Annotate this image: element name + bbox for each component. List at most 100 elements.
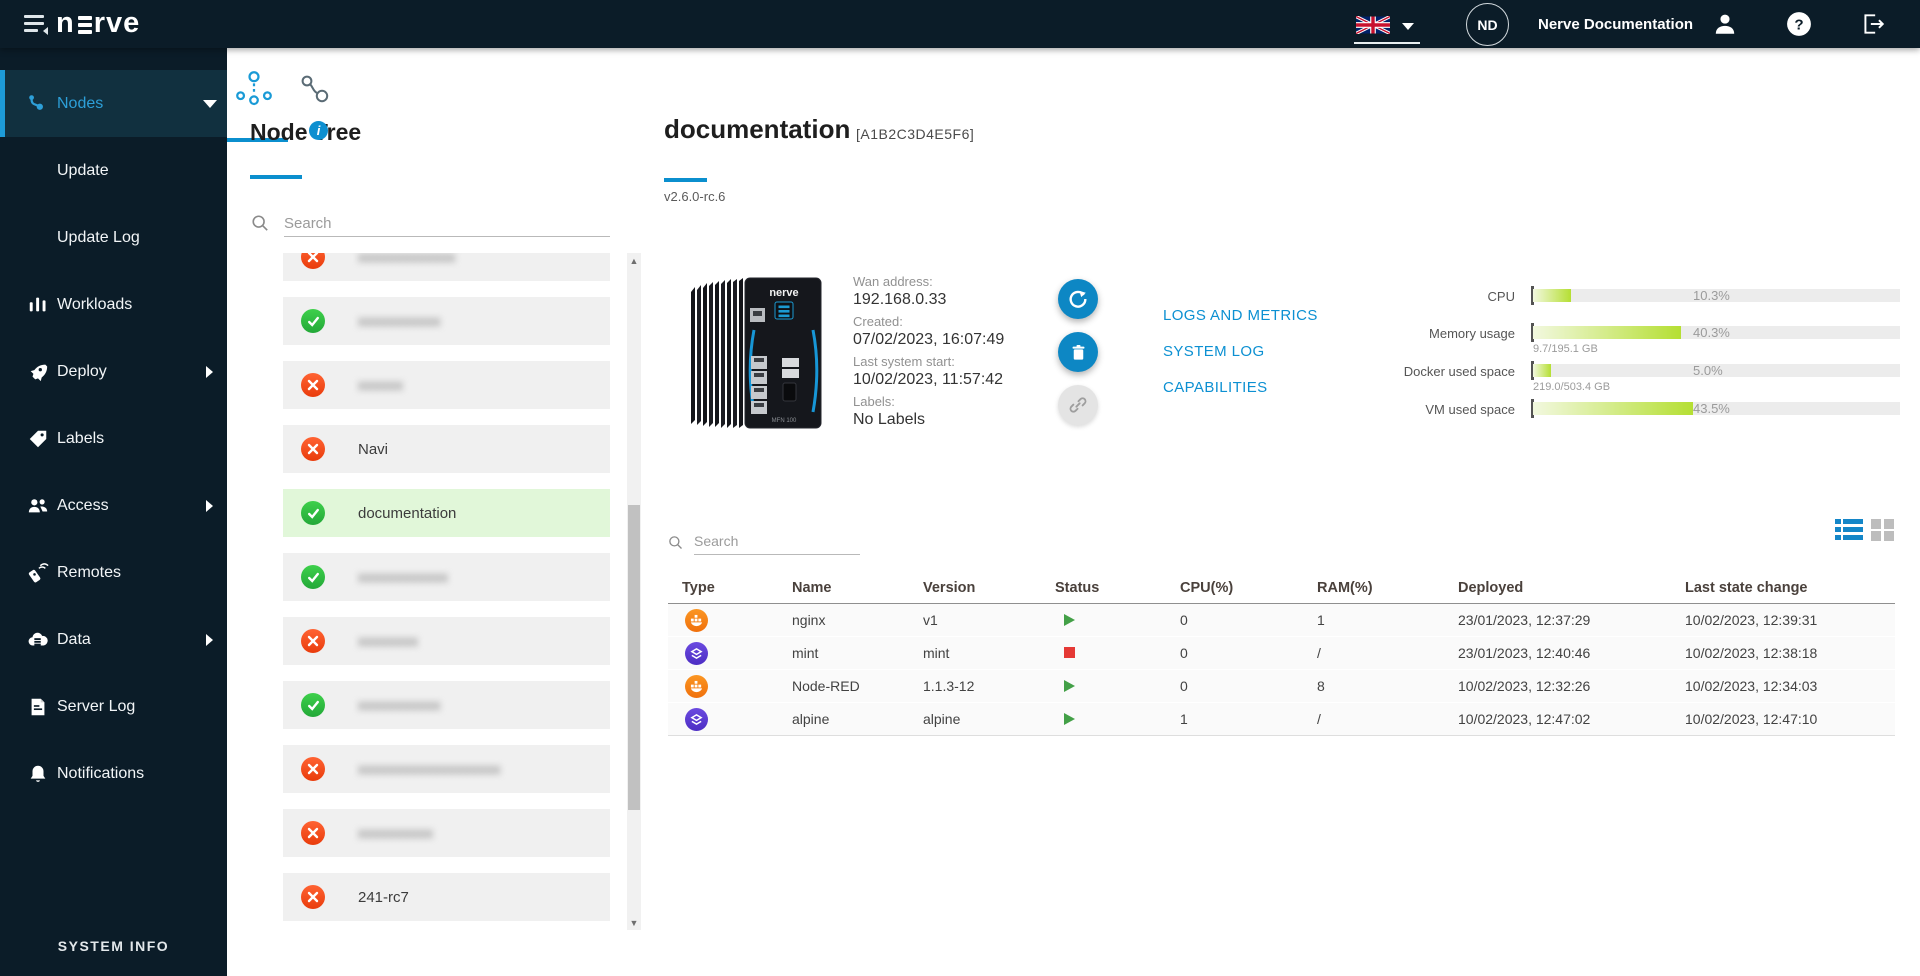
svg-text:nerve: nerve — [769, 287, 798, 299]
workload-row-nginx[interactable]: nginx v1 0 1 23/01/2023, 12:37:29 10/02/… — [668, 604, 1895, 637]
node-list-item-navi[interactable]: Navi — [283, 425, 610, 473]
grid-view-icon[interactable] — [1871, 518, 1895, 542]
workloads-table-header: Type Name Version Status CPU(%) RAM(%) D… — [668, 578, 1895, 604]
sidebar-item-notifications[interactable]: Notifications — [0, 740, 227, 807]
node-tree-icon — [236, 71, 272, 106]
trash-icon — [1072, 344, 1084, 360]
wan-address-value: 192.168.0.33 — [853, 291, 947, 308]
status-stopped-icon — [1064, 647, 1075, 658]
node-list-item[interactable]: xxxxxxxxxxx — [283, 297, 610, 345]
status-running-icon — [1064, 680, 1075, 692]
remotes-icon — [28, 562, 49, 582]
sidebar-item-update[interactable]: Update — [0, 137, 227, 204]
help-icon[interactable]: ? — [1786, 11, 1812, 37]
connect-node-button[interactable] — [1058, 385, 1098, 425]
uk-flag-icon — [1356, 16, 1390, 34]
tab-node-connections[interactable] — [299, 74, 345, 114]
sidebar-item-update-log[interactable]: Update Log — [0, 204, 227, 271]
delete-node-button[interactable] — [1058, 332, 1098, 372]
search-icon — [669, 536, 682, 549]
sidebar-item-data[interactable]: Data — [0, 606, 227, 673]
node-online-icon — [301, 501, 325, 525]
user-avatar[interactable]: ND — [1466, 3, 1509, 46]
list-view-icon[interactable] — [1835, 518, 1863, 542]
vm-used-space-value: 43.5% — [1693, 401, 1730, 416]
system-info-button[interactable]: SYSTEM INFO — [0, 938, 227, 954]
node-online-icon — [301, 693, 325, 717]
last-system-start-label: Last system start: — [853, 354, 955, 369]
tab-node-tree[interactable] — [215, 70, 291, 142]
wan-address-label: Wan address: — [853, 274, 933, 289]
system-log-link[interactable]: SYSTEM LOG — [1163, 343, 1265, 360]
scrollbar-thumb[interactable] — [628, 505, 640, 810]
chevron-right-icon — [206, 499, 213, 512]
logs-and-metrics-link[interactable]: LOGS AND METRICS — [1163, 307, 1318, 324]
docker-used-space-detail: 219.0/503.4 GB — [1533, 381, 1611, 393]
docker-stat-label: Docker used space — [1403, 364, 1515, 379]
vm-stat-label: VM used space — [1425, 402, 1515, 417]
chevron-right-icon — [206, 633, 213, 646]
node-tree-title: Node Tree — [250, 119, 362, 145]
node-list-item[interactable]: xxxxxxxx — [283, 617, 610, 665]
status-running-icon — [1064, 614, 1075, 626]
node-online-icon — [301, 309, 325, 333]
sidebar-item-access[interactable]: Access — [0, 472, 227, 539]
node-list-item[interactable]: xxxxxxxxxx — [283, 809, 610, 857]
logout-icon[interactable] — [1860, 11, 1886, 37]
memory-stat-label: Memory usage — [1429, 326, 1515, 341]
sidebar-item-remotes[interactable]: Remotes — [0, 539, 227, 606]
workload-row-alpine[interactable]: alpine alpine 1 / 10/02/2023, 12:47:02 1… — [668, 703, 1895, 736]
cpu-usage-value: 10.3% — [1693, 288, 1730, 303]
sidebar-item-server-log[interactable]: Server Log — [0, 673, 227, 740]
reboot-node-button[interactable] — [1058, 279, 1098, 319]
node-list-item-documentation[interactable]: documentation — [283, 489, 610, 537]
node-search[interactable]: Search — [251, 214, 611, 238]
sidebar-item-deploy[interactable]: Deploy — [0, 338, 227, 405]
node-list-item[interactable]: xxxxxxxxxxxxxxxxxxx — [283, 745, 610, 793]
device-image: nerve MFN 100 — [691, 277, 822, 429]
workloads-table: Type Name Version Status CPU(%) RAM(%) D… — [668, 578, 1895, 736]
content-area: Node Tree i Search xxxxxxxxxxxxx xxxxxxx… — [215, 48, 1920, 976]
memory-usage-detail: 9.7/195.1 GB — [1533, 343, 1598, 355]
sidebar-item-workloads[interactable]: Workloads — [0, 271, 227, 338]
sidebar: Nodes Update Update Log Workloads Deploy — [0, 48, 227, 976]
profile-icon[interactable] — [1712, 11, 1738, 37]
last-system-start-value: 10/02/2023, 11:57:42 — [853, 371, 1004, 388]
workload-row-node-red[interactable]: Node-RED 1.1.3-12 0 8 10/02/2023, 12:32:… — [668, 670, 1895, 703]
capabilities-link[interactable]: CAPABILITIES — [1163, 379, 1268, 396]
scroll-down-icon[interactable]: ▼ — [627, 915, 641, 930]
col-status: Status — [1055, 580, 1100, 596]
sidebar-item-labels[interactable]: Labels — [0, 405, 227, 472]
menu-toggle-icon[interactable] — [24, 13, 48, 35]
col-cpu: CPU(%) — [1180, 580, 1234, 596]
docker-icon — [685, 609, 708, 632]
docker-used-space-bar: 5.0% — [1531, 361, 1900, 380]
notifications-bell-icon — [30, 765, 46, 782]
node-offline-icon — [301, 885, 325, 909]
node-name-title: documentation — [664, 114, 851, 144]
node-version: v2.6.0-rc.6 — [664, 189, 726, 204]
workload-search[interactable]: Search — [668, 532, 868, 556]
node-list-item[interactable]: xxxxxxxxxxxx — [283, 553, 610, 601]
workload-row-mint[interactable]: mint mint 0 / 23/01/2023, 12:40:46 10/02… — [668, 637, 1895, 670]
status-running-icon — [1064, 713, 1075, 725]
search-icon — [252, 215, 268, 231]
labels-tag-icon — [29, 430, 47, 447]
language-selector[interactable] — [1352, 12, 1422, 44]
deploy-rocket-icon — [30, 364, 48, 381]
node-list-scrollbar[interactable]: ▲ ▼ — [627, 253, 641, 930]
node-list-item-241-rc7[interactable]: 241-rc7 — [283, 873, 610, 921]
link-icon — [1069, 397, 1087, 413]
node-list-item[interactable]: xxxxxxxxxxxxx — [283, 253, 610, 281]
access-users-icon — [28, 498, 48, 512]
info-icon[interactable]: i — [309, 121, 328, 140]
reboot-icon — [1069, 290, 1087, 308]
svg-text:?: ? — [1794, 16, 1803, 33]
node-list-item[interactable]: xxxxxxxxxxx — [283, 681, 610, 729]
chevron-down-icon — [1402, 23, 1414, 30]
user-name: Nerve Documentation — [1538, 16, 1694, 33]
col-ram: RAM(%) — [1317, 580, 1373, 596]
node-list-item[interactable]: xxxxxx — [283, 361, 610, 409]
scroll-up-icon[interactable]: ▲ — [627, 253, 641, 268]
sidebar-item-nodes[interactable]: Nodes — [0, 70, 227, 137]
